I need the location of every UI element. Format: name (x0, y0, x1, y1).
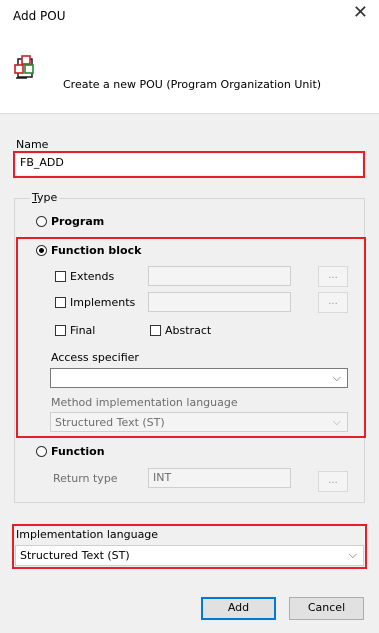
implements-checkbox[interactable] (55, 297, 66, 308)
dialog-title: Add POU (13, 9, 66, 23)
function-block-label: Function block (51, 244, 142, 257)
implements-label: Implements (70, 296, 136, 309)
return-type-input[interactable]: INT (148, 468, 291, 488)
implements-browse-button[interactable]: ... (318, 292, 348, 313)
cancel-button[interactable]: Cancel (289, 597, 364, 620)
impl-language-value: Structured Text (ST) (20, 549, 130, 562)
chevron-down-icon: ⌵ (332, 415, 341, 428)
implements-input[interactable] (148, 292, 291, 312)
method-lang-select[interactable]: Structured Text (ST) ⌵ (50, 412, 348, 432)
chevron-down-icon: ⌵ (348, 548, 357, 561)
final-option[interactable]: Final (55, 324, 95, 337)
access-specifier-select[interactable]: ⌵ (50, 368, 348, 388)
program-option[interactable]: Program (36, 215, 104, 228)
final-checkbox[interactable] (55, 325, 66, 336)
abstract-checkbox[interactable] (150, 325, 161, 336)
impl-language-select[interactable]: Structured Text (ST) ⌵ (15, 545, 364, 566)
abstract-label: Abstract (165, 324, 212, 337)
method-lang-label: Method implementation language (51, 396, 238, 409)
program-label: Program (51, 215, 105, 228)
pou-icon (13, 54, 41, 82)
name-label: Name (16, 138, 49, 151)
add-button[interactable]: Add (201, 597, 276, 620)
type-group-label: Type (30, 191, 60, 204)
chevron-down-icon: ⌵ (332, 371, 341, 384)
extends-input[interactable] (148, 266, 291, 286)
final-label: Final (70, 324, 96, 337)
extends-browse-button[interactable]: ... (318, 266, 348, 287)
return-type-label: Return type (53, 472, 118, 485)
function-block-option[interactable]: Function block (36, 244, 141, 257)
name-input[interactable]: FB_ADD (16, 154, 362, 175)
function-option[interactable]: Function (36, 445, 105, 458)
impl-language-label: Implementation language (16, 528, 159, 541)
access-specifier-label: Access specifier (51, 351, 139, 364)
extends-option[interactable]: Extends (55, 270, 114, 283)
abstract-option[interactable]: Abstract (150, 324, 211, 337)
return-type-browse-button[interactable]: ... (318, 471, 348, 492)
extends-label: Extends (70, 270, 115, 283)
method-lang-value: Structured Text (ST) (55, 416, 165, 429)
function-label: Function (51, 445, 105, 458)
function-radio[interactable] (36, 446, 47, 457)
close-icon[interactable]: ✕ (353, 4, 368, 22)
function-block-radio[interactable] (36, 245, 47, 256)
program-radio[interactable] (36, 216, 47, 227)
dialog-description: Create a new POU (Program Organization U… (63, 78, 322, 91)
implements-option[interactable]: Implements (55, 296, 135, 309)
extends-checkbox[interactable] (55, 271, 66, 282)
